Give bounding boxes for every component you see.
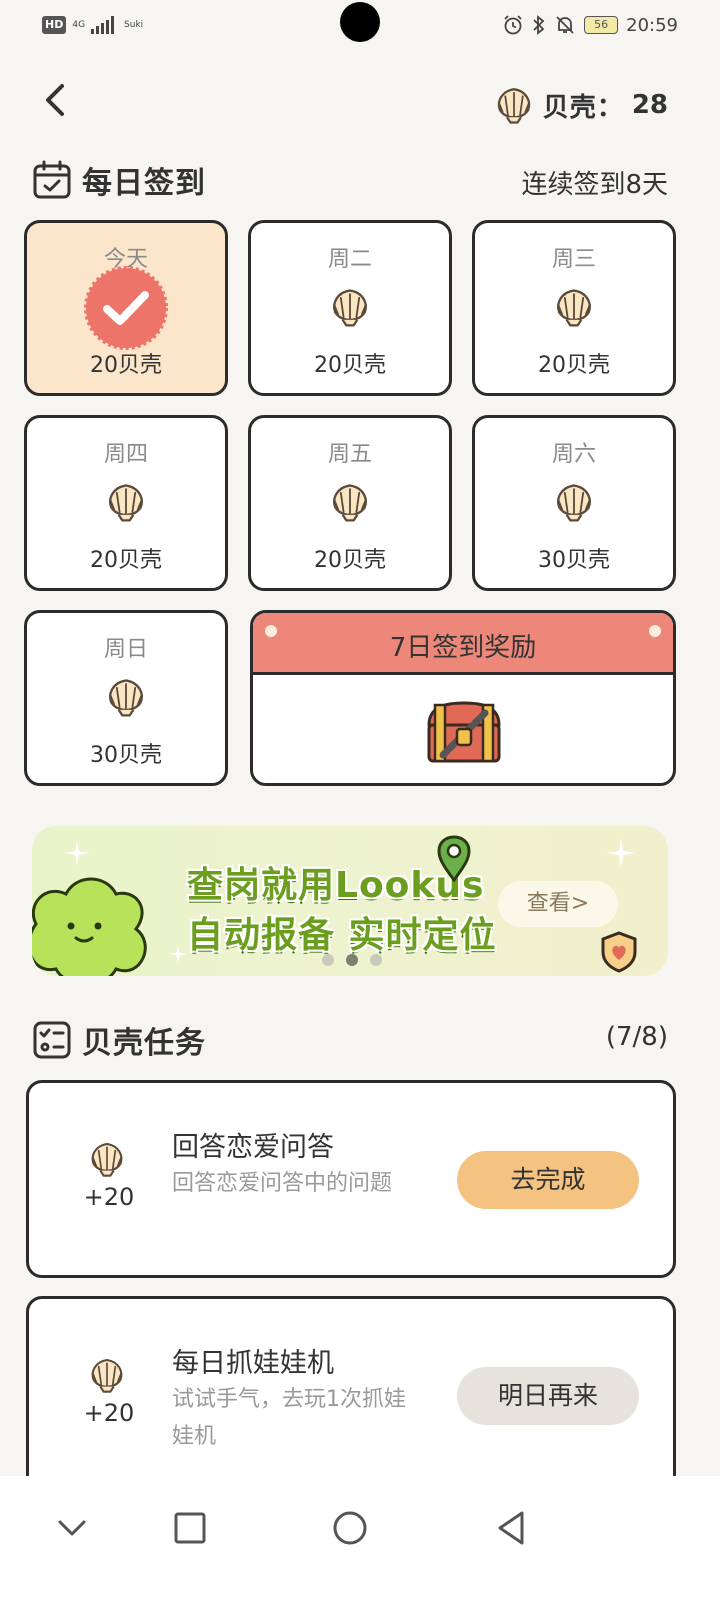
- task-go-button[interactable]: 去完成: [457, 1151, 639, 1209]
- day-card-thu[interactable]: 周四 20贝壳: [24, 415, 228, 591]
- day-card-sun[interactable]: 周日 30贝壳: [24, 610, 228, 786]
- bell-muted-icon: [556, 16, 574, 34]
- shell-icon: [328, 480, 372, 524]
- day-card-tue[interactable]: 周二 20贝壳: [248, 220, 452, 396]
- day-card-wed[interactable]: 周三 20贝壳: [472, 220, 676, 396]
- status-right: 56 20:59: [502, 14, 678, 36]
- camera-cutout: [340, 2, 380, 42]
- shell-icon: [87, 1139, 127, 1179]
- shell-balance-value: 28: [631, 90, 668, 120]
- promo-banner[interactable]: 查岗就用Lookus 自动报备 实时定位 查看>: [32, 826, 668, 976]
- pagination-dot: [370, 954, 382, 966]
- day-label: 周六: [551, 442, 596, 467]
- banner-line-2: 自动报备 实时定位: [187, 915, 497, 956]
- shell-icon: [87, 1355, 127, 1395]
- shell-icon: [493, 84, 535, 126]
- status-bar: HD 4G Suki 56 20:59: [0, 0, 720, 56]
- carrier-label: Suki: [124, 20, 144, 30]
- task-card: +20 回答恋爱问答 回答恋爱问答中的问题 去完成: [26, 1080, 676, 1278]
- sparkle-icon: [168, 944, 188, 964]
- task-title: 回答恋爱问答: [172, 1132, 334, 1163]
- nav-back-icon[interactable]: [490, 1506, 534, 1550]
- checkin-title: 每日签到: [82, 166, 206, 201]
- checkin-streak: 连续签到8天: [521, 170, 668, 200]
- day-reward: 30贝壳: [538, 548, 610, 573]
- back-button[interactable]: [36, 80, 76, 120]
- nav-hide-icon[interactable]: [50, 1506, 94, 1550]
- day-label: 周五: [327, 442, 372, 467]
- day-reward: 20贝壳: [314, 548, 386, 573]
- bonus-title: 7日签到奖励: [389, 633, 537, 663]
- day-label: 周四: [103, 442, 148, 467]
- system-nav-bar: [0, 1476, 720, 1612]
- shell-balance-label: 贝壳：: [542, 92, 624, 123]
- shell-icon: [104, 675, 148, 719]
- task-points: +20: [83, 1399, 135, 1427]
- pagination-dot: [322, 954, 334, 966]
- chevron-left-icon: [46, 84, 64, 116]
- task-description: 试试手气，去玩1次抓娃娃机: [172, 1387, 406, 1449]
- pagination-dot-active: [346, 954, 358, 966]
- day-label: 周日: [103, 637, 148, 662]
- location-pin-icon: [437, 835, 471, 882]
- shell-icon: [552, 480, 596, 524]
- day-card-sat[interactable]: 周六 30贝壳: [472, 415, 676, 591]
- banner-view-button[interactable]: 查看>: [498, 881, 618, 927]
- checkmark-stamp-icon: [84, 266, 168, 350]
- calendar-check-icon: [33, 160, 71, 199]
- day-reward: 20贝壳: [90, 353, 162, 378]
- alarm-icon: [504, 15, 522, 35]
- status-left: HD 4G Suki: [42, 16, 143, 34]
- shell-balance: 贝壳： 28: [493, 84, 668, 126]
- mascot-cloud-icon: [32, 877, 147, 976]
- task-come-back-tomorrow-button[interactable]: 明日再来: [457, 1367, 639, 1425]
- task-title: 每日抓娃娃机: [172, 1348, 334, 1379]
- banner-pagination: [322, 954, 382, 966]
- checkin-header: 每日签到: [32, 158, 206, 202]
- nav-recents-icon[interactable]: [168, 1506, 212, 1550]
- day-reward: 20贝壳: [538, 353, 610, 378]
- sparkle-icon: [607, 839, 635, 867]
- treasure-chest-icon: [427, 701, 501, 763]
- network-type: 4G: [72, 20, 86, 30]
- day-label: 周三: [551, 247, 596, 272]
- shell-icon: [104, 480, 148, 524]
- task-card: +20 每日抓娃娃机 试试手气，去玩1次抓娃娃机 明日再来: [26, 1296, 676, 1496]
- nav-home-icon[interactable]: [328, 1506, 372, 1550]
- bluetooth-icon: [533, 15, 545, 35]
- day-card-fri[interactable]: 周五 20贝壳: [248, 415, 452, 591]
- day-reward: 30贝壳: [90, 743, 162, 768]
- tasks-header: 贝壳任务: [32, 1018, 206, 1062]
- battery-icon: 56: [584, 16, 619, 34]
- bonus-header: 7日签到奖励: [253, 613, 673, 675]
- task-points: +20: [83, 1183, 135, 1211]
- day-label: 周二: [327, 247, 372, 272]
- sparkle-icon: [65, 841, 89, 865]
- heart-shield-icon: [601, 931, 637, 973]
- tasks-title: 贝壳任务: [82, 1026, 206, 1061]
- tasks-progress: (7/8): [605, 1022, 668, 1052]
- status-time: 20:59: [626, 14, 678, 36]
- signal-icon: [91, 16, 115, 34]
- shell-icon: [328, 285, 372, 329]
- day-card-today[interactable]: 今天 20贝壳: [24, 220, 228, 396]
- shell-icon: [552, 285, 596, 329]
- day-reward: 20贝壳: [90, 548, 162, 573]
- task-description: 回答恋爱问答中的问题: [172, 1171, 393, 1196]
- day-reward: 20贝壳: [314, 353, 386, 378]
- checklist-icon: [33, 1021, 71, 1059]
- hd-badge: HD: [42, 16, 67, 34]
- seven-day-bonus-card[interactable]: 7日签到奖励: [250, 610, 676, 786]
